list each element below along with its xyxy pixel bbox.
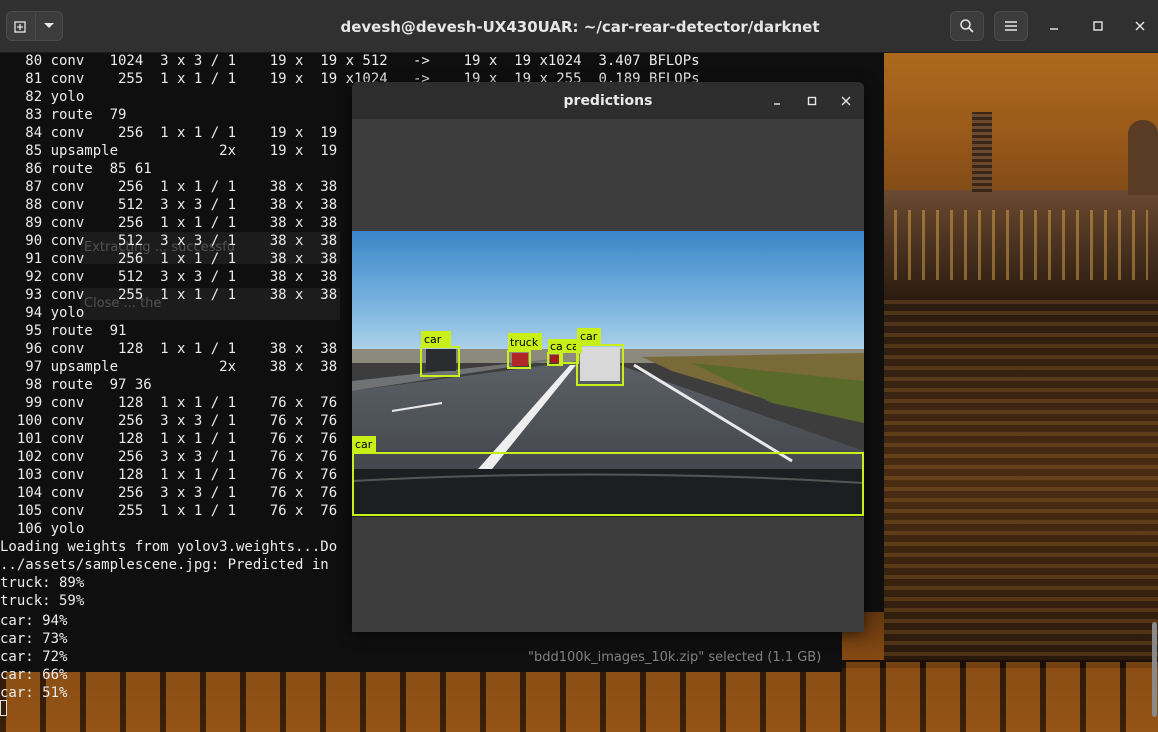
terminal-cursor (0, 700, 7, 716)
new-tab-button[interactable] (6, 11, 36, 41)
terminal-line: car: 94% (0, 613, 68, 629)
wallpaper-dome (1128, 120, 1158, 195)
terminal-line: 80 conv 1024 3 x 3 / 1 19 x 19 x 512 -> … (0, 53, 700, 69)
hamburger-menu-button[interactable] (994, 11, 1028, 41)
maximize-icon (1093, 21, 1103, 31)
hamburger-icon (1005, 21, 1017, 31)
tab-menu-button[interactable] (35, 11, 63, 41)
vehicle-small (550, 355, 560, 363)
detection-label: car (424, 333, 442, 346)
search-button[interactable] (950, 11, 984, 41)
terminal-title: devesh@devesh-UX430UAR: ~/car-rear-detec… (340, 18, 820, 36)
terminal-line: car: 72% (0, 649, 68, 665)
predictions-window[interactable]: predictions car truck ca ca car car (352, 82, 864, 632)
vehicle-truck (512, 353, 528, 366)
close-icon (1135, 21, 1145, 31)
detection-label: car (580, 330, 598, 343)
minimize-icon (1050, 28, 1058, 30)
wallpaper-water-reflection (884, 300, 1158, 660)
car-hood (352, 469, 864, 517)
detection-label: car (355, 438, 373, 451)
predictions-canvas: car truck ca ca car car (352, 119, 864, 632)
maximize-icon (807, 96, 817, 106)
predictions-maximize-button[interactable] (802, 91, 822, 111)
wallpaper-tower (972, 112, 992, 192)
predictions-close-button[interactable] (836, 91, 856, 111)
terminal-line: car: 51% (0, 685, 68, 701)
minimize-button[interactable] (1042, 14, 1066, 38)
maximize-button[interactable] (1086, 14, 1110, 38)
search-icon (960, 19, 974, 33)
terminal-bottom-lines: car: 94% car: 73% car: 72% car: 66% car: 51% (0, 612, 67, 702)
chevron-down-icon (44, 23, 54, 28)
wallpaper-railing (0, 662, 1158, 732)
vehicle-pickup (580, 347, 620, 381)
new-tab-icon (14, 21, 26, 33)
vehicle-suv (426, 349, 456, 371)
predictions-minimize-button[interactable] (767, 91, 787, 111)
close-icon (841, 96, 851, 106)
terminal-line: car: 66% (0, 667, 68, 683)
wallpaper-palace (884, 190, 1158, 300)
minimize-icon (774, 103, 780, 105)
terminal-line: car: 73% (0, 631, 68, 647)
file-selection-status: "bdd100k_images_10k.zip" selected (1.1 G… (528, 650, 822, 665)
predictions-title: predictions (563, 93, 653, 109)
predictions-header-bar: predictions (352, 82, 864, 120)
terminal-header-bar: devesh@devesh-UX430UAR: ~/car-rear-detec… (0, 0, 884, 53)
detection-image: car truck ca ca car car (352, 231, 864, 517)
detection-label: truck (510, 336, 539, 349)
scrollbar[interactable] (1152, 622, 1157, 717)
close-button[interactable] (1128, 14, 1152, 38)
